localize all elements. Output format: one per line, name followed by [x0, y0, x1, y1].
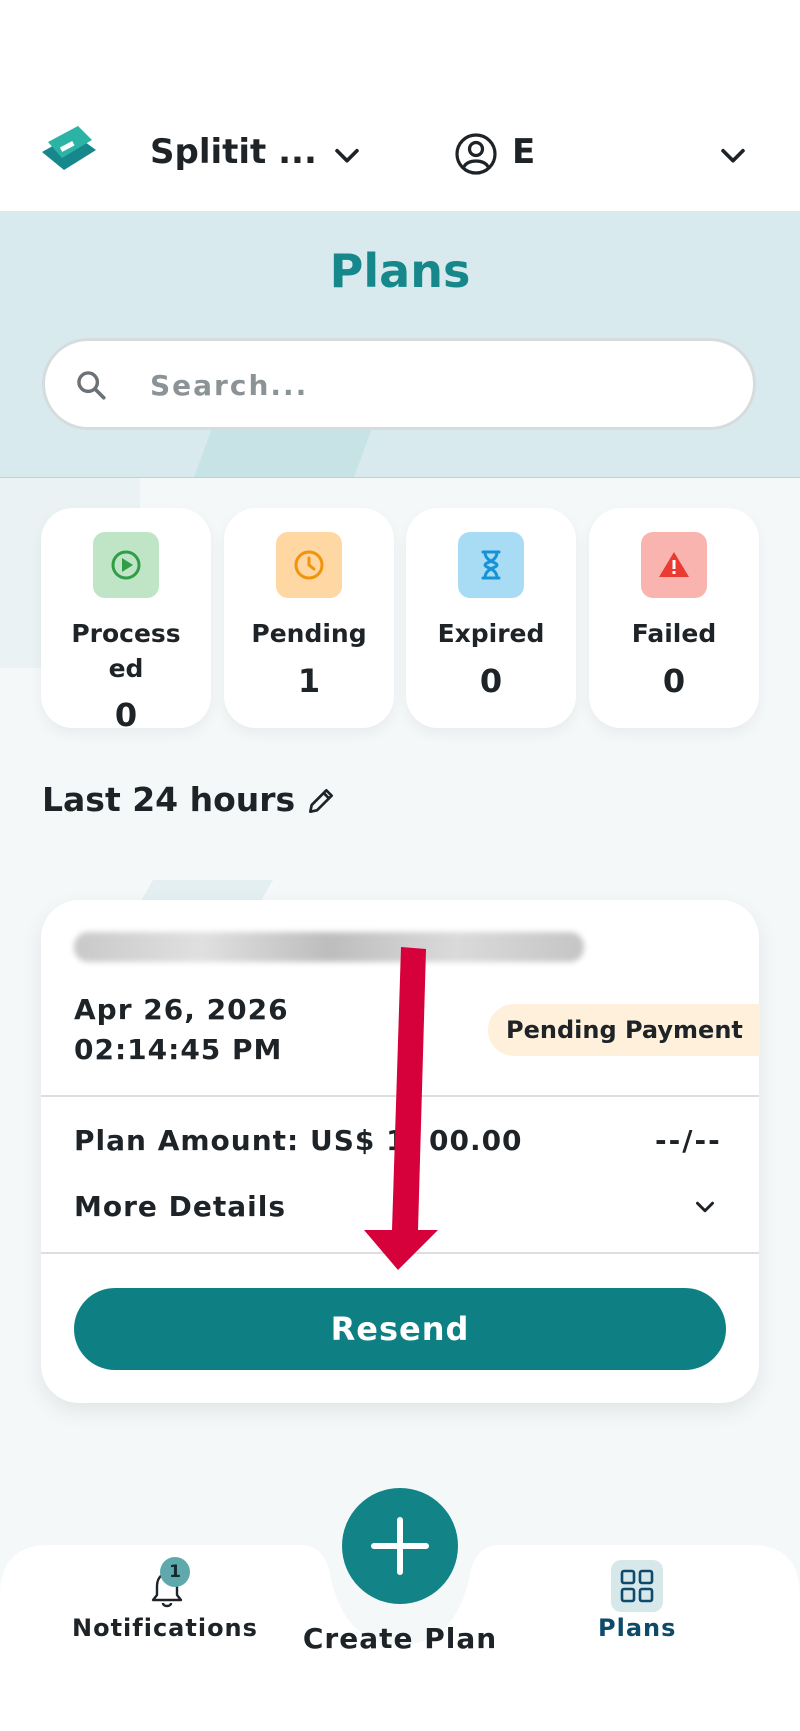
plan-date: Apr 26, 2026 — [74, 993, 289, 1026]
period-label: Last 24 hours — [42, 780, 296, 819]
grid-icon[interactable] — [611, 1560, 663, 1612]
status-card-count: 1 — [297, 662, 321, 700]
pencil-icon[interactable] — [305, 785, 337, 817]
installments-progress: --/-- — [655, 1124, 722, 1157]
splitit-logo-icon — [42, 126, 96, 170]
chevron-down-icon[interactable] — [690, 1192, 720, 1222]
chevron-down-icon[interactable] — [716, 138, 750, 172]
chevron-down-icon[interactable] — [330, 138, 364, 172]
notification-count-badge: 1 — [160, 1557, 190, 1587]
user-account-icon[interactable] — [454, 132, 498, 176]
status-badge: Pending Payment — [488, 1004, 760, 1056]
plus-icon — [371, 1517, 429, 1575]
status-card-count: 0 — [662, 662, 686, 700]
annotation-arrow-icon — [364, 947, 438, 1270]
play-circle-icon — [93, 532, 159, 598]
plan-datetime: Apr 26, 2026 02:14:45 PM — [74, 990, 289, 1070]
search-icon — [77, 371, 106, 400]
clock-icon — [276, 532, 342, 598]
more-details-toggle[interactable]: More Details — [74, 1190, 286, 1223]
plan-time: 02:14:45 PM — [74, 1033, 283, 1066]
nav-item-create-plan[interactable]: Create Plan — [0, 1622, 800, 1655]
user-initial[interactable]: E — [512, 132, 535, 172]
search-input[interactable] — [148, 360, 712, 410]
resend-button[interactable]: Resend — [74, 1288, 726, 1370]
status-card-label: Expired — [437, 619, 545, 648]
plan-amount: Plan Amount: US$ 1, 00.00 — [74, 1124, 523, 1157]
warning-icon — [641, 532, 707, 598]
status-card-count: 0 — [114, 696, 138, 734]
hourglass-icon — [458, 532, 524, 598]
plan-id-redacted — [74, 932, 584, 962]
status-card-label: Failed — [631, 619, 717, 648]
top-bar — [0, 0, 800, 211]
company-name[interactable]: Splitit ... — [150, 132, 317, 172]
page-title: Plans — [329, 244, 471, 298]
status-card-label: Pending — [251, 619, 367, 648]
nav-item-plans[interactable]: Plans — [598, 1614, 676, 1642]
status-card-count: 0 — [479, 662, 503, 700]
status-card-label: Process ed — [71, 619, 181, 683]
